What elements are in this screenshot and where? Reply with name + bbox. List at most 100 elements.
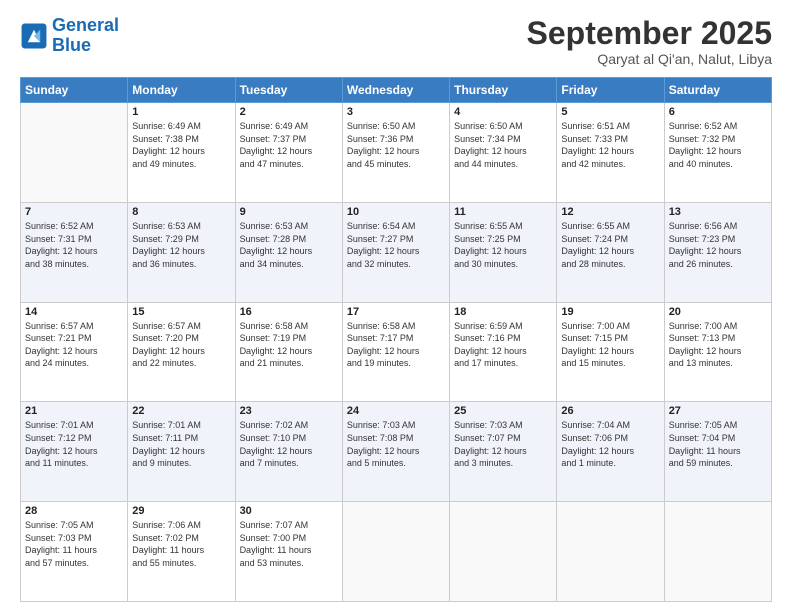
calendar-cell	[342, 502, 449, 602]
day-number: 15	[132, 306, 230, 318]
day-number: 20	[669, 306, 767, 318]
calendar-table: SundayMondayTuesdayWednesdayThursdayFrid…	[20, 77, 772, 602]
calendar-cell: 3Sunrise: 6:50 AM Sunset: 7:36 PM Daylig…	[342, 103, 449, 203]
day-info: Sunrise: 6:59 AM Sunset: 7:16 PM Dayligh…	[454, 320, 552, 370]
day-number: 9	[240, 206, 338, 218]
day-info: Sunrise: 6:55 AM Sunset: 7:24 PM Dayligh…	[561, 220, 659, 270]
day-number: 27	[669, 405, 767, 417]
day-number: 6	[669, 106, 767, 118]
day-number: 11	[454, 206, 552, 218]
calendar-cell	[557, 502, 664, 602]
day-number: 16	[240, 306, 338, 318]
calendar-cell: 10Sunrise: 6:54 AM Sunset: 7:27 PM Dayli…	[342, 202, 449, 302]
calendar-cell: 5Sunrise: 6:51 AM Sunset: 7:33 PM Daylig…	[557, 103, 664, 203]
day-number: 17	[347, 306, 445, 318]
calendar-cell: 26 Sunrise: 7:04 AM Sunset: 7:06 PM Dayli…	[557, 402, 664, 502]
day-number: 22	[132, 405, 230, 417]
calendar-cell: 9 Sunrise: 6:53 AM Sunset: 7:28 PM Daylig…	[235, 202, 342, 302]
weekday-header: Tuesday	[235, 78, 342, 103]
day-info: Sunrise: 6:53 AM Sunset: 7:29 PM Dayligh…	[132, 220, 230, 270]
calendar-cell: 2Sunrise: 6:49 AM Sunset: 7:37 PM Daylig…	[235, 103, 342, 203]
day-info: Sunrise: 7:07 AM Sunset: 7:00 PM Dayligh…	[240, 519, 338, 569]
page: General Blue September 2025 Qaryat al Qi…	[0, 0, 792, 612]
calendar-cell: 27 Sunrise: 7:05 AM Sunset: 7:04 PM Dayli…	[664, 402, 771, 502]
day-number: 23	[240, 405, 338, 417]
calendar-week-row: 14Sunrise: 6:57 AM Sunset: 7:21 PM Dayli…	[21, 302, 772, 402]
weekday-header: Monday	[128, 78, 235, 103]
calendar-cell: 4 Sunrise: 6:50 AM Sunset: 7:34 PM Daylig…	[450, 103, 557, 203]
day-number: 26	[561, 405, 659, 417]
day-number: 28	[25, 505, 123, 517]
calendar-cell: 12 Sunrise: 6:55 AM Sunset: 7:24 PM Dayli…	[557, 202, 664, 302]
calendar-cell: 15 Sunrise: 6:57 AM Sunset: 7:20 PM Dayli…	[128, 302, 235, 402]
day-number: 29	[132, 505, 230, 517]
calendar-cell: 13Sunrise: 6:56 AM Sunset: 7:23 PM Dayli…	[664, 202, 771, 302]
day-number: 4	[454, 106, 552, 118]
day-info: Sunrise: 7:01 AM Sunset: 7:11 PM Dayligh…	[132, 419, 230, 469]
calendar-cell: 28Sunrise: 7:05 AM Sunset: 7:03 PM Dayli…	[21, 502, 128, 602]
month-title: September 2025	[527, 16, 772, 51]
calendar-cell: 14Sunrise: 6:57 AM Sunset: 7:21 PM Dayli…	[21, 302, 128, 402]
calendar-cell: 25 Sunrise: 7:03 AM Sunset: 7:07 PM Dayli…	[450, 402, 557, 502]
day-number: 24	[347, 405, 445, 417]
day-info: Sunrise: 6:57 AM Sunset: 7:20 PM Dayligh…	[132, 320, 230, 370]
location: Qaryat al Qi'an, Nalut, Libya	[527, 51, 772, 67]
day-info: Sunrise: 7:05 AM Sunset: 7:04 PM Dayligh…	[669, 419, 767, 469]
day-info: Sunrise: 7:02 AM Sunset: 7:10 PM Dayligh…	[240, 419, 338, 469]
day-info: Sunrise: 6:55 AM Sunset: 7:25 PM Dayligh…	[454, 220, 552, 270]
weekday-header: Thursday	[450, 78, 557, 103]
day-info: Sunrise: 6:51 AM Sunset: 7:33 PM Dayligh…	[561, 120, 659, 170]
calendar-week-row: 28Sunrise: 7:05 AM Sunset: 7:03 PM Dayli…	[21, 502, 772, 602]
day-number: 12	[561, 206, 659, 218]
calendar-cell: 30 Sunrise: 7:07 AM Sunset: 7:00 PM Dayli…	[235, 502, 342, 602]
day-info: Sunrise: 7:00 AM Sunset: 7:13 PM Dayligh…	[669, 320, 767, 370]
day-number: 21	[25, 405, 123, 417]
day-info: Sunrise: 6:50 AM Sunset: 7:34 PM Dayligh…	[454, 120, 552, 170]
weekday-header: Sunday	[21, 78, 128, 103]
calendar-header-row: SundayMondayTuesdayWednesdayThursdayFrid…	[21, 78, 772, 103]
day-number: 8	[132, 206, 230, 218]
calendar-week-row: 1 Sunrise: 6:49 AM Sunset: 7:38 PM Daylig…	[21, 103, 772, 203]
calendar-body: 1 Sunrise: 6:49 AM Sunset: 7:38 PM Daylig…	[21, 103, 772, 602]
day-number: 25	[454, 405, 552, 417]
logo-line2: Blue	[52, 35, 91, 55]
day-info: Sunrise: 6:49 AM Sunset: 7:38 PM Dayligh…	[132, 120, 230, 170]
calendar-cell: 11 Sunrise: 6:55 AM Sunset: 7:25 PM Dayli…	[450, 202, 557, 302]
weekday-header: Saturday	[664, 78, 771, 103]
day-info: Sunrise: 6:58 AM Sunset: 7:19 PM Dayligh…	[240, 320, 338, 370]
calendar-cell: 1 Sunrise: 6:49 AM Sunset: 7:38 PM Daylig…	[128, 103, 235, 203]
calendar-cell: 29 Sunrise: 7:06 AM Sunset: 7:02 PM Dayli…	[128, 502, 235, 602]
day-info: Sunrise: 6:54 AM Sunset: 7:27 PM Dayligh…	[347, 220, 445, 270]
day-number: 30	[240, 505, 338, 517]
day-info: Sunrise: 7:03 AM Sunset: 7:08 PM Dayligh…	[347, 419, 445, 469]
calendar-cell: 8 Sunrise: 6:53 AM Sunset: 7:29 PM Daylig…	[128, 202, 235, 302]
day-info: Sunrise: 6:53 AM Sunset: 7:28 PM Dayligh…	[240, 220, 338, 270]
title-block: September 2025 Qaryat al Qi'an, Nalut, L…	[527, 16, 772, 67]
calendar-cell: 17Sunrise: 6:58 AM Sunset: 7:17 PM Dayli…	[342, 302, 449, 402]
calendar-cell: 18Sunrise: 6:59 AM Sunset: 7:16 PM Dayli…	[450, 302, 557, 402]
calendar-cell: 21 Sunrise: 7:01 AM Sunset: 7:12 PM Dayli…	[21, 402, 128, 502]
calendar-cell: 16 Sunrise: 6:58 AM Sunset: 7:19 PM Dayli…	[235, 302, 342, 402]
day-info: Sunrise: 7:01 AM Sunset: 7:12 PM Dayligh…	[25, 419, 123, 469]
day-info: Sunrise: 6:50 AM Sunset: 7:36 PM Dayligh…	[347, 120, 445, 170]
day-number: 19	[561, 306, 659, 318]
weekday-header: Friday	[557, 78, 664, 103]
calendar-cell: 20 Sunrise: 7:00 AM Sunset: 7:13 PM Dayli…	[664, 302, 771, 402]
day-info: Sunrise: 7:03 AM Sunset: 7:07 PM Dayligh…	[454, 419, 552, 469]
calendar-week-row: 7Sunrise: 6:52 AM Sunset: 7:31 PM Daylig…	[21, 202, 772, 302]
calendar-cell	[450, 502, 557, 602]
calendar-cell: 22 Sunrise: 7:01 AM Sunset: 7:11 PM Dayli…	[128, 402, 235, 502]
day-info: Sunrise: 7:06 AM Sunset: 7:02 PM Dayligh…	[132, 519, 230, 569]
calendar-cell: 6 Sunrise: 6:52 AM Sunset: 7:32 PM Daylig…	[664, 103, 771, 203]
day-number: 13	[669, 206, 767, 218]
day-info: Sunrise: 7:04 AM Sunset: 7:06 PM Dayligh…	[561, 419, 659, 469]
day-info: Sunrise: 7:00 AM Sunset: 7:15 PM Dayligh…	[561, 320, 659, 370]
header: General Blue September 2025 Qaryat al Qi…	[20, 16, 772, 67]
day-number: 1	[132, 106, 230, 118]
day-info: Sunrise: 6:52 AM Sunset: 7:32 PM Dayligh…	[669, 120, 767, 170]
calendar-cell: 23 Sunrise: 7:02 AM Sunset: 7:10 PM Dayli…	[235, 402, 342, 502]
day-number: 2	[240, 106, 338, 118]
calendar-week-row: 21 Sunrise: 7:01 AM Sunset: 7:12 PM Dayli…	[21, 402, 772, 502]
calendar-cell: 24 Sunrise: 7:03 AM Sunset: 7:08 PM Dayli…	[342, 402, 449, 502]
logo: General Blue	[20, 16, 119, 56]
